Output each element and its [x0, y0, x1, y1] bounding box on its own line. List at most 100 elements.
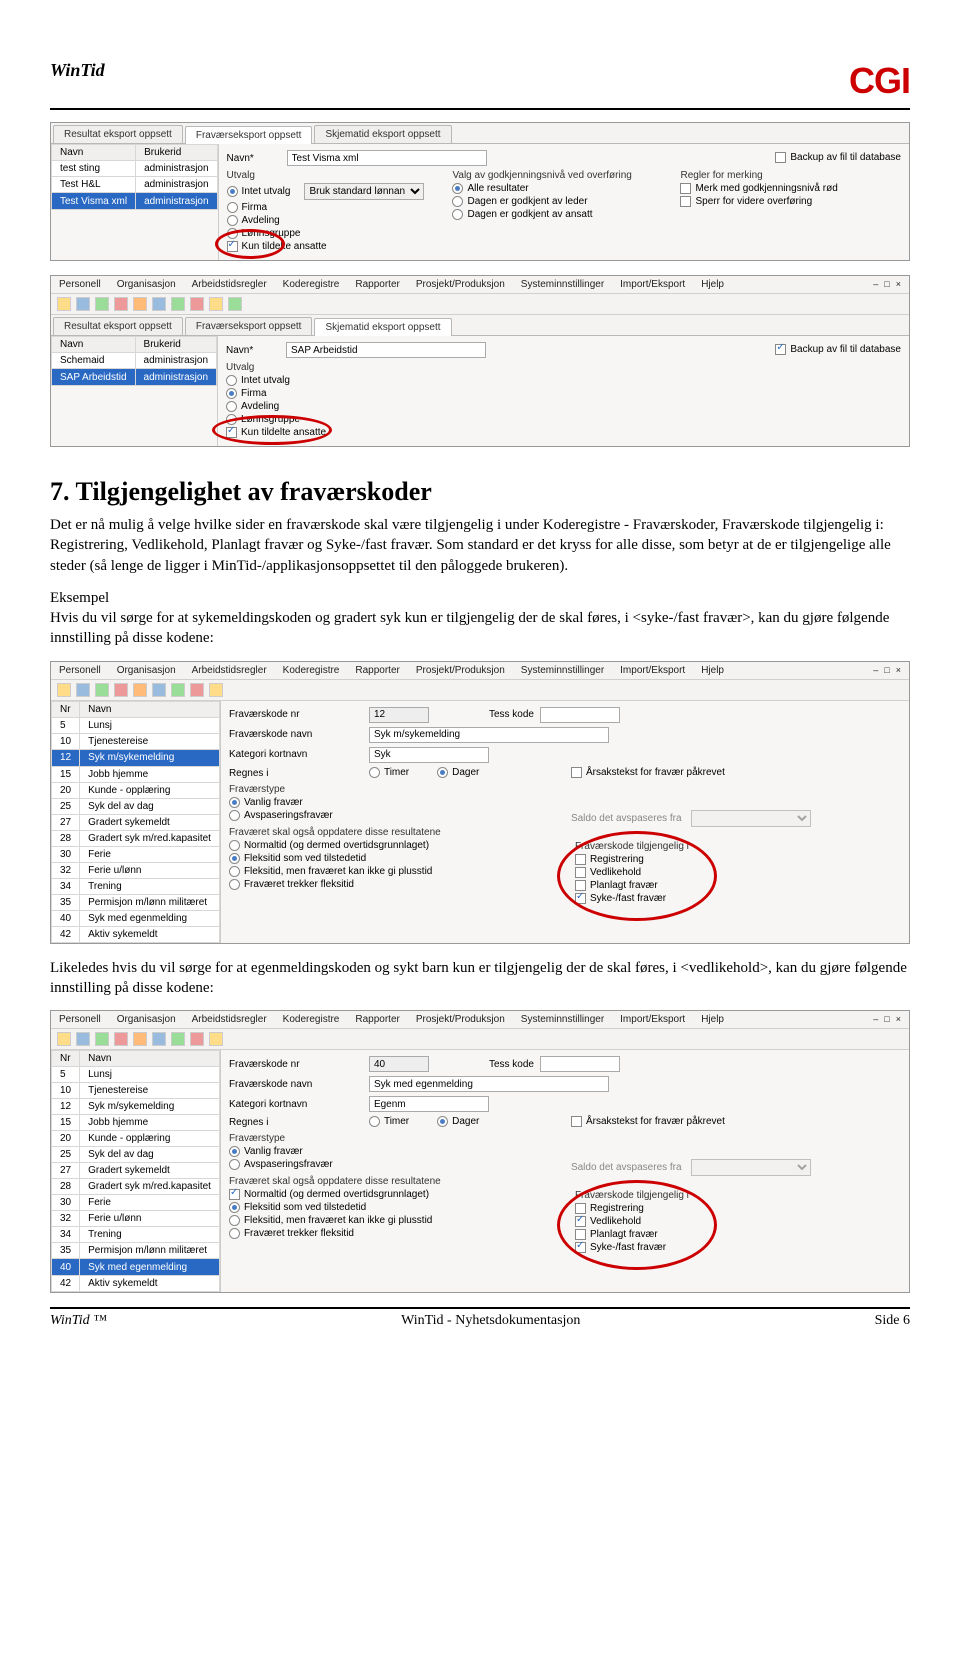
menu-item[interactable]: Hjelp — [701, 665, 724, 676]
check-merk-rod[interactable]: Merk med godkjenningsnivå rød — [680, 183, 870, 194]
toolbar-icon[interactable] — [133, 683, 147, 697]
radio-timer[interactable]: Timer — [369, 767, 409, 778]
toolbar-icon[interactable] — [114, 683, 128, 697]
menu-item[interactable]: Systeminnstillinger — [521, 665, 604, 676]
toolbar-icon[interactable] — [76, 1032, 90, 1046]
tab-resultat-eksport[interactable]: Resultat eksport oppsett — [53, 125, 183, 143]
close-icon[interactable]: × — [896, 665, 901, 676]
menu-item[interactable]: Prosjekt/Produksjon — [416, 1014, 505, 1025]
menu-personell[interactable]: Personell — [59, 279, 101, 290]
radio-firma[interactable]: Firma — [226, 388, 901, 399]
radio-vanlig-fravaer[interactable]: Vanlig fravær — [229, 797, 549, 808]
maximize-icon[interactable]: □ — [884, 1014, 889, 1025]
radio-fleksitid-tilstede[interactable]: Fleksitid som ved tilstedetid — [229, 1202, 549, 1213]
menu-arbeidstidsregler[interactable]: Arbeidstidsregler — [192, 279, 267, 290]
radio-fleksitid-ikke-pluss[interactable]: Fleksitid, men fraværet kan ikke gi plus… — [229, 866, 549, 877]
menu-koderegistre[interactable]: Koderegistre — [283, 279, 340, 290]
menu-item[interactable]: Prosjekt/Produksjon — [416, 665, 505, 676]
kategori-input[interactable] — [369, 747, 489, 763]
close-icon[interactable]: × — [896, 1014, 901, 1025]
check-kun-tildelte[interactable]: Kun tildelte ansatte — [227, 241, 425, 252]
radio-fleksitid-tilstede[interactable]: Fleksitid som ved tilstedetid — [229, 853, 549, 864]
toolbar-icon[interactable] — [95, 1032, 109, 1046]
tess-input[interactable] — [540, 1056, 620, 1072]
toolbar-icon[interactable] — [209, 297, 223, 311]
tab-fravaerseksport[interactable]: Fraværseksport oppsett — [185, 317, 313, 335]
toolbar-icon[interactable] — [114, 297, 128, 311]
toolbar-icon[interactable] — [95, 683, 109, 697]
maximize-icon[interactable]: □ — [884, 665, 889, 676]
kategori-input[interactable] — [369, 1096, 489, 1112]
bruk-standard-select[interactable]: Bruk standard lønnan — [304, 183, 424, 200]
toolbar-icon[interactable] — [190, 297, 204, 311]
toolbar-icon[interactable] — [133, 297, 147, 311]
radio-avdeling[interactable]: Avdeling — [226, 401, 901, 412]
radio-avdeling[interactable]: Avdeling — [227, 215, 425, 226]
toolbar-icon[interactable] — [152, 683, 166, 697]
check-arsakstekst[interactable]: Årsakstekst for fravær påkrevet — [571, 767, 811, 778]
toolbar-icon[interactable] — [95, 297, 109, 311]
saldo-select[interactable] — [691, 810, 811, 827]
nr-input[interactable] — [369, 707, 429, 723]
menu-item[interactable]: Import/Eksport — [620, 1014, 685, 1025]
check-vedlikehold[interactable]: Vedlikehold — [575, 867, 807, 878]
radio-avspasering[interactable]: Avspaseringsfravær — [229, 810, 549, 821]
menu-item[interactable]: Import/Eksport — [620, 665, 685, 676]
check-planlagt-fravaer[interactable]: Planlagt fravær — [575, 880, 807, 891]
backup-checkbox[interactable]: Backup av fil til database — [775, 152, 901, 163]
menu-item[interactable]: Personell — [59, 1014, 101, 1025]
tab-skjematid-eksport[interactable]: Skjematid eksport oppsett — [314, 318, 451, 336]
menu-item[interactable]: Systeminnstillinger — [521, 1014, 604, 1025]
menu-rapporter[interactable]: Rapporter — [355, 279, 399, 290]
toolbar-icon[interactable] — [209, 1032, 223, 1046]
radio-vanlig-fravaer[interactable]: Vanlig fravær — [229, 1146, 549, 1157]
check-planlagt-fravaer[interactable]: Planlagt fravær — [575, 1229, 807, 1240]
backup-checkbox[interactable]: Backup av fil til database — [775, 344, 901, 355]
check-syke-fast-fravaer[interactable]: Syke-/fast fravær — [575, 1242, 807, 1253]
radio-fravaer-trekker[interactable]: Fraværet trekker fleksitid — [229, 1228, 549, 1239]
toolbar-icon[interactable] — [76, 683, 90, 697]
tab-resultat-eksport[interactable]: Resultat eksport oppsett — [53, 317, 183, 335]
oppsett-list[interactable]: NavnBrukerid test stingadministrasjon Te… — [51, 144, 218, 210]
radio-lonnsgruppe[interactable]: Lønnsgruppe — [226, 414, 901, 425]
menu-item[interactable]: Rapporter — [355, 665, 399, 676]
navn-input[interactable] — [286, 342, 486, 358]
toolbar-icon[interactable] — [171, 1032, 185, 1046]
check-normaltid[interactable]: Normaltid (og dermed overtidsgrunnlaget) — [229, 1189, 549, 1200]
toolbar-icon[interactable] — [57, 683, 71, 697]
kode-list[interactable]: NrNavn5Lunsj10Tjenestereise12Syk m/sykem… — [51, 701, 220, 943]
nr-input[interactable] — [369, 1056, 429, 1072]
menu-item[interactable]: Organisasjon — [117, 1014, 176, 1025]
radio-timer[interactable]: Timer — [369, 1116, 409, 1127]
minimize-icon[interactable]: – — [873, 1014, 878, 1025]
minimize-icon[interactable]: – — [873, 279, 878, 290]
menu-hjelp[interactable]: Hjelp — [701, 279, 724, 290]
menu-item[interactable]: Arbeidstidsregler — [192, 1014, 267, 1025]
check-registrering[interactable]: Registrering — [575, 1203, 807, 1214]
radio-fleksitid-ikke-pluss[interactable]: Fleksitid, men fraværet kan ikke gi plus… — [229, 1215, 549, 1226]
close-icon[interactable]: × — [896, 279, 901, 290]
toolbar-icon[interactable] — [114, 1032, 128, 1046]
tess-input[interactable] — [540, 707, 620, 723]
radio-normaltid[interactable]: Normaltid (og dermed overtidsgrunnlaget) — [229, 840, 549, 851]
radio-intet-utvalg[interactable]: Intet utvalg Bruk standard lønnan — [227, 183, 425, 200]
menu-item[interactable]: Koderegistre — [283, 1014, 340, 1025]
menu-import-eksport[interactable]: Import/Eksport — [620, 279, 685, 290]
tab-skjematid-eksport[interactable]: Skjematid eksport oppsett — [314, 125, 451, 143]
menu-item[interactable]: Rapporter — [355, 1014, 399, 1025]
check-sperr-overforing[interactable]: Sperr for videre overføring — [680, 196, 870, 207]
toolbar-icon[interactable] — [190, 1032, 204, 1046]
radio-lonnsgruppe[interactable]: Lønnsgruppe — [227, 228, 425, 239]
toolbar-icon[interactable] — [171, 683, 185, 697]
radio-avspasering[interactable]: Avspaseringsfravær — [229, 1159, 549, 1170]
radio-firma[interactable]: Firma — [227, 202, 425, 213]
saldo-select[interactable] — [691, 1159, 811, 1176]
toolbar-icon[interactable] — [171, 297, 185, 311]
toolbar-icon[interactable] — [228, 297, 242, 311]
menu-prosjekt[interactable]: Prosjekt/Produksjon — [416, 279, 505, 290]
menu-item[interactable]: Personell — [59, 665, 101, 676]
toolbar-icon[interactable] — [57, 1032, 71, 1046]
maximize-icon[interactable]: □ — [884, 279, 889, 290]
tab-fravaerseksport[interactable]: Fraværseksport oppsett — [185, 126, 313, 144]
oppsett-list[interactable]: NavnBrukerid Schemaidadministrasjon SAP … — [51, 336, 217, 386]
